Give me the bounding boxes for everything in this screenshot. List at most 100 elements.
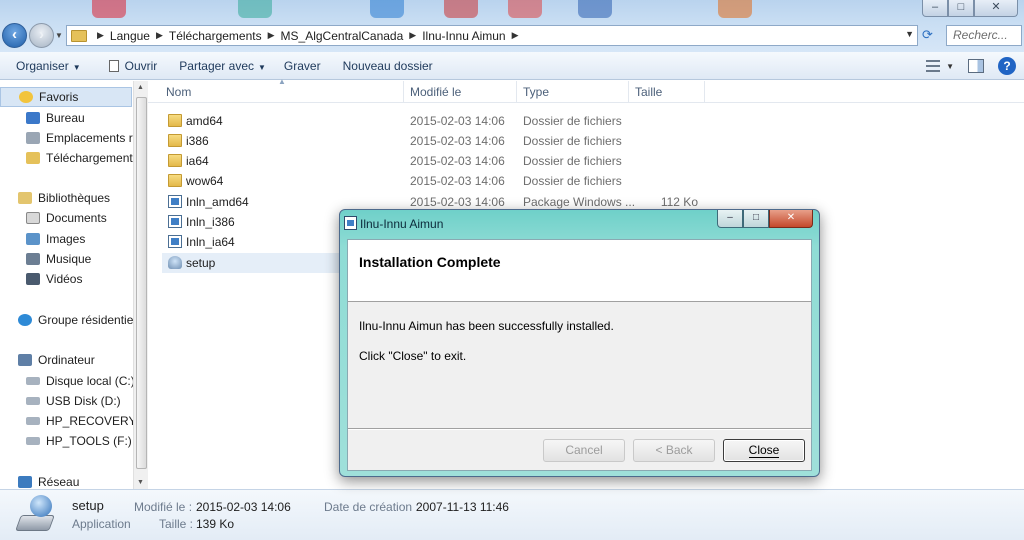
refresh-icon[interactable]: ⟳ <box>922 27 933 43</box>
chevron-right-icon[interactable]: ▶ <box>268 30 275 41</box>
column-type[interactable]: Type <box>517 81 629 103</box>
minimize-button[interactable]: – <box>717 210 743 228</box>
nav-label: Bureau <box>46 111 85 125</box>
share-menu[interactable]: Partager avec ▼ <box>171 52 274 80</box>
column-name[interactable]: Nom <box>160 81 404 103</box>
nav-documents[interactable]: Documents <box>26 208 107 228</box>
help-icon[interactable]: ? <box>998 57 1016 75</box>
scroll-up-icon[interactable]: ▲ <box>137 84 144 91</box>
address-dropdown-icon[interactable]: ▼ <box>905 29 914 39</box>
search-input[interactable]: Recherc... <box>946 25 1022 46</box>
breadcrumb-item[interactable]: MS_AlgCentralCanada <box>281 29 404 43</box>
navigation-pane: Favoris Bureau Emplacements réc Téléchar… <box>0 81 148 489</box>
chevron-down-icon[interactable]: ▼ <box>946 62 954 71</box>
dialog-banner: Installation Complete <box>348 240 811 302</box>
nav-label: Musique <box>46 252 92 266</box>
column-size[interactable]: Taille <box>629 81 705 103</box>
view-options-icon[interactable] <box>926 60 941 72</box>
back-button[interactable]: ‹ <box>2 23 27 48</box>
file-modified: 2015-02-03 14:06 <box>410 114 505 128</box>
close-dialog-button[interactable]: ✕ <box>769 210 813 228</box>
close-button-label: Close <box>748 443 780 458</box>
nav-libraries[interactable]: Bibliothèques <box>18 188 110 208</box>
details-file-name: setup <box>72 498 104 513</box>
globe-shape <box>30 495 52 517</box>
back-button[interactable]: < Back <box>633 439 715 462</box>
nav-label: HP_TOOLS (F:) <box>46 434 132 448</box>
nav-images[interactable]: Images <box>26 229 85 249</box>
close-window-button[interactable]: ✕ <box>974 0 1018 17</box>
chevron-right-icon[interactable]: ▶ <box>97 30 104 41</box>
setup-icon <box>15 495 58 535</box>
file-row[interactable]: ia64 2015-02-03 14:06 Dossier de fichier… <box>162 151 722 171</box>
dialog-divider <box>348 428 811 430</box>
chevron-right-icon[interactable]: ▶ <box>512 30 519 41</box>
chevron-right-icon[interactable]: ▶ <box>409 30 416 41</box>
nav-music[interactable]: Musique <box>26 249 91 269</box>
command-bar: Organiser ▼ Ouvrir Partager avec ▼ Graver … <box>0 52 1024 80</box>
file-row-selected[interactable]: setup <box>162 253 342 273</box>
minimize-button[interactable]: – <box>922 0 948 17</box>
file-type: Dossier de fichiers <box>523 134 622 148</box>
address-bar[interactable]: ▶ Langue ▶ Téléchargements ▶ MS_AlgCentr… <box>66 25 918 46</box>
nav-favorites[interactable]: Favoris <box>0 87 132 107</box>
open-label: Ouvrir <box>124 58 158 73</box>
close-button[interactable]: Close <box>723 439 805 462</box>
nav-homegroup[interactable]: Groupe résidentiel <box>18 310 136 330</box>
breadcrumb-item[interactable]: Téléchargements <box>169 29 262 43</box>
file-name: Inln_ia64 <box>186 235 235 249</box>
file-row[interactable]: wow64 2015-02-03 14:06 Dossier de fichie… <box>162 171 722 191</box>
breadcrumb-item[interactable]: Ilnu-Innu Aimun <box>422 29 505 43</box>
background-icon <box>370 0 404 18</box>
breadcrumb-item[interactable]: Langue <box>110 29 150 43</box>
forward-button[interactable]: › <box>29 23 54 48</box>
nav-scrollbar[interactable]: ▲ ▼ <box>133 81 148 489</box>
nav-drive-d[interactable]: USB Disk (D:) <box>26 391 121 411</box>
file-row[interactable]: i386 2015-02-03 14:06 Dossier de fichier… <box>162 131 722 151</box>
details-size-label: Taille : <box>159 517 194 531</box>
nav-drive-f[interactable]: HP_TOOLS (F:) <box>26 431 132 451</box>
scroll-down-icon[interactable]: ▼ <box>137 479 144 486</box>
star-icon <box>19 91 33 103</box>
nav-label: Documents <box>46 211 107 225</box>
organize-menu[interactable]: Organiser ▼ <box>0 52 89 80</box>
dialog-body: Installation Complete Ilnu-Innu Aimun ha… <box>347 239 812 471</box>
new-folder-button[interactable]: Nouveau dossier <box>335 52 441 80</box>
nav-downloads[interactable]: Téléchargements <box>26 148 139 168</box>
nav-videos[interactable]: Vidéos <box>26 269 82 289</box>
computer-icon <box>18 354 32 366</box>
recent-pages-dropdown-icon[interactable]: ▼ <box>55 31 63 40</box>
burn-button[interactable]: Graver <box>276 52 329 80</box>
open-button[interactable]: Ouvrir <box>101 52 166 80</box>
recent-places-icon <box>26 132 40 144</box>
window-controls: – □ ✕ <box>922 0 1018 18</box>
nav-desktop[interactable]: Bureau <box>26 108 85 128</box>
file-type: Dossier de fichiers <box>523 114 622 128</box>
column-modified[interactable]: Modifié le <box>404 81 517 103</box>
nav-computer[interactable]: Ordinateur <box>18 350 95 370</box>
nav-recent-places[interactable]: Emplacements réc <box>26 128 145 148</box>
details-size-value: 139 Ko <box>196 517 235 531</box>
scrollbar-thumb[interactable] <box>136 97 147 469</box>
nav-network[interactable]: Réseau <box>18 472 79 489</box>
dialog-heading: Installation Complete <box>359 254 501 270</box>
nav-label: Groupe résidentiel <box>38 313 137 327</box>
details-modified-value: 2015-02-03 14:06 <box>196 500 291 514</box>
folder-icon <box>168 174 182 187</box>
maximize-button[interactable]: □ <box>743 210 769 228</box>
chevron-right-icon[interactable]: ▶ <box>156 30 163 41</box>
setup-icon <box>168 256 182 269</box>
nav-drive-e[interactable]: HP_RECOVERY (E: <box>26 411 148 431</box>
nav-label: Images <box>46 232 86 246</box>
background-icon <box>718 0 752 18</box>
maximize-button[interactable]: □ <box>948 0 974 17</box>
folder-icon <box>168 134 182 147</box>
file-modified: 2015-02-03 14:06 <box>410 154 505 168</box>
cancel-button[interactable]: Cancel <box>543 439 625 462</box>
file-row[interactable]: amd64 2015-02-03 14:06 Dossier de fichie… <box>162 111 722 131</box>
preview-pane-icon[interactable] <box>968 59 984 73</box>
folder-icon <box>71 29 87 42</box>
library-icon <box>18 192 32 204</box>
background-icon <box>444 0 478 18</box>
nav-drive-c[interactable]: Disque local (C:) <box>26 371 135 391</box>
